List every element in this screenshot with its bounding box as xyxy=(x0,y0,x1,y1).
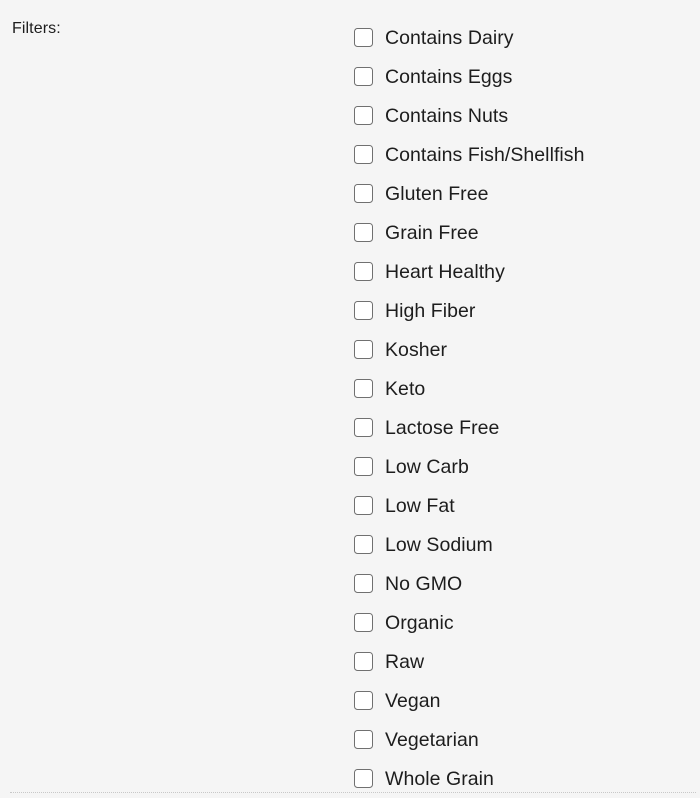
filter-option-label[interactable]: Raw xyxy=(385,650,424,674)
checkbox-icon[interactable] xyxy=(354,184,373,203)
filter-option-row[interactable]: Organic xyxy=(354,603,694,642)
filter-option-label[interactable]: Contains Nuts xyxy=(385,104,508,128)
filter-option-row[interactable]: Heart Healthy xyxy=(354,252,694,291)
filter-option-row[interactable]: Low Carb xyxy=(354,447,694,486)
filter-option-row[interactable]: No GMO xyxy=(354,564,694,603)
checkbox-icon[interactable] xyxy=(354,301,373,320)
filters-panel: Filters: Contains Dairy Contains Eggs Cont… xyxy=(0,0,700,798)
filter-option-row[interactable]: Vegetarian xyxy=(354,720,694,759)
filter-option-label[interactable]: Gluten Free xyxy=(385,182,489,206)
checkbox-icon[interactable] xyxy=(354,418,373,437)
filter-option-row[interactable]: Low Sodium xyxy=(354,525,694,564)
bottom-divider xyxy=(10,792,696,793)
filter-option-row[interactable]: Contains Dairy xyxy=(354,18,694,57)
filter-option-row[interactable]: Contains Eggs xyxy=(354,57,694,96)
filter-option-row[interactable]: Contains Nuts xyxy=(354,96,694,135)
filter-option-row[interactable]: Low Fat xyxy=(354,486,694,525)
filters-section-label: Filters: xyxy=(12,20,61,37)
filter-options-list: Contains Dairy Contains Eggs Contains Nuts… xyxy=(354,18,694,798)
checkbox-icon[interactable] xyxy=(354,496,373,515)
filter-option-label[interactable]: Contains Fish/Shellfish xyxy=(385,143,585,167)
filter-option-row[interactable]: Kosher xyxy=(354,330,694,369)
checkbox-icon[interactable] xyxy=(354,652,373,671)
filter-option-row[interactable]: Lactose Free xyxy=(354,408,694,447)
filter-option-label[interactable]: Low Carb xyxy=(385,455,469,479)
checkbox-icon[interactable] xyxy=(354,379,373,398)
checkbox-icon[interactable] xyxy=(354,457,373,476)
checkbox-icon[interactable] xyxy=(354,106,373,125)
filter-option-row[interactable]: Contains Fish/Shellfish xyxy=(354,135,694,174)
filter-option-row[interactable]: Grain Free xyxy=(354,213,694,252)
checkbox-icon[interactable] xyxy=(354,769,373,788)
filter-option-row[interactable]: Raw xyxy=(354,642,694,681)
filter-option-label[interactable]: Whole Grain xyxy=(385,767,494,791)
filter-option-row[interactable]: Gluten Free xyxy=(354,174,694,213)
filter-option-label[interactable]: Keto xyxy=(385,377,425,401)
filter-option-label[interactable]: Organic xyxy=(385,611,454,635)
filter-option-label[interactable]: Low Fat xyxy=(385,494,455,518)
checkbox-icon[interactable] xyxy=(354,730,373,749)
filter-option-row[interactable]: Vegan xyxy=(354,681,694,720)
checkbox-icon[interactable] xyxy=(354,28,373,47)
filter-option-row[interactable]: Keto xyxy=(354,369,694,408)
checkbox-icon[interactable] xyxy=(354,340,373,359)
filter-option-label[interactable]: Contains Eggs xyxy=(385,65,512,89)
filter-option-row[interactable]: High Fiber xyxy=(354,291,694,330)
checkbox-icon[interactable] xyxy=(354,145,373,164)
filter-option-label[interactable]: Vegan xyxy=(385,689,441,713)
checkbox-icon[interactable] xyxy=(354,262,373,281)
checkbox-icon[interactable] xyxy=(354,535,373,554)
checkbox-icon[interactable] xyxy=(354,67,373,86)
filter-option-label[interactable]: Lactose Free xyxy=(385,416,499,440)
filter-option-label[interactable]: Low Sodium xyxy=(385,533,493,557)
filter-option-label[interactable]: Vegetarian xyxy=(385,728,479,752)
filter-option-label[interactable]: Heart Healthy xyxy=(385,260,505,284)
checkbox-icon[interactable] xyxy=(354,223,373,242)
filter-option-label[interactable]: No GMO xyxy=(385,572,462,596)
filter-option-label[interactable]: Grain Free xyxy=(385,221,479,245)
filter-option-label[interactable]: Kosher xyxy=(385,338,447,362)
checkbox-icon[interactable] xyxy=(354,691,373,710)
filter-option-label[interactable]: Contains Dairy xyxy=(385,26,514,50)
filter-option-label[interactable]: High Fiber xyxy=(385,299,475,323)
checkbox-icon[interactable] xyxy=(354,574,373,593)
checkbox-icon[interactable] xyxy=(354,613,373,632)
